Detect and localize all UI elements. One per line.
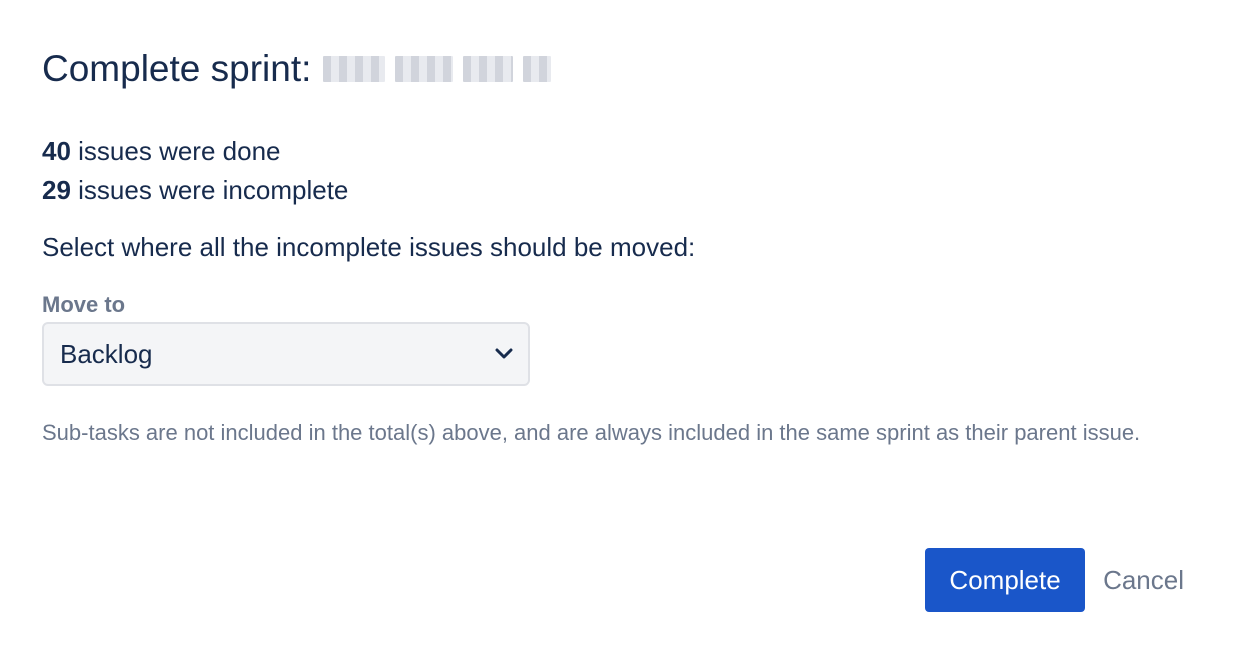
done-label: issues were done (70, 136, 281, 166)
dialog-actions: Complete Cancel (925, 548, 1184, 612)
move-to-selected-value: Backlog (60, 338, 153, 369)
incomplete-label: issues were incomplete (70, 175, 349, 205)
sprint-stats: 40 issues were done 29 issues were incom… (42, 132, 348, 210)
done-stat: 40 issues were done (42, 132, 348, 171)
cancel-button[interactable]: Cancel (1103, 565, 1184, 596)
dialog-title: Complete sprint: (42, 48, 561, 90)
redacted-sprint-name (323, 49, 561, 89)
move-to-label: Move to (42, 292, 126, 317)
incomplete-stat: 29 issues were incomplete (42, 171, 348, 210)
dialog-title-text: Complete sprint: (42, 48, 312, 89)
chevron-down-icon (494, 344, 514, 364)
move-instruction: Select where all the incomplete issues s… (42, 232, 696, 262)
move-to-select[interactable]: Backlog (42, 322, 530, 386)
done-count: 40 (42, 136, 71, 166)
complete-button[interactable]: Complete (925, 548, 1086, 612)
complete-sprint-dialog: Complete sprint: 40 issues were done 29 … (0, 0, 1234, 650)
incomplete-count: 29 (42, 175, 71, 205)
subtasks-note: Sub-tasks are not included in the total(… (42, 420, 1141, 445)
